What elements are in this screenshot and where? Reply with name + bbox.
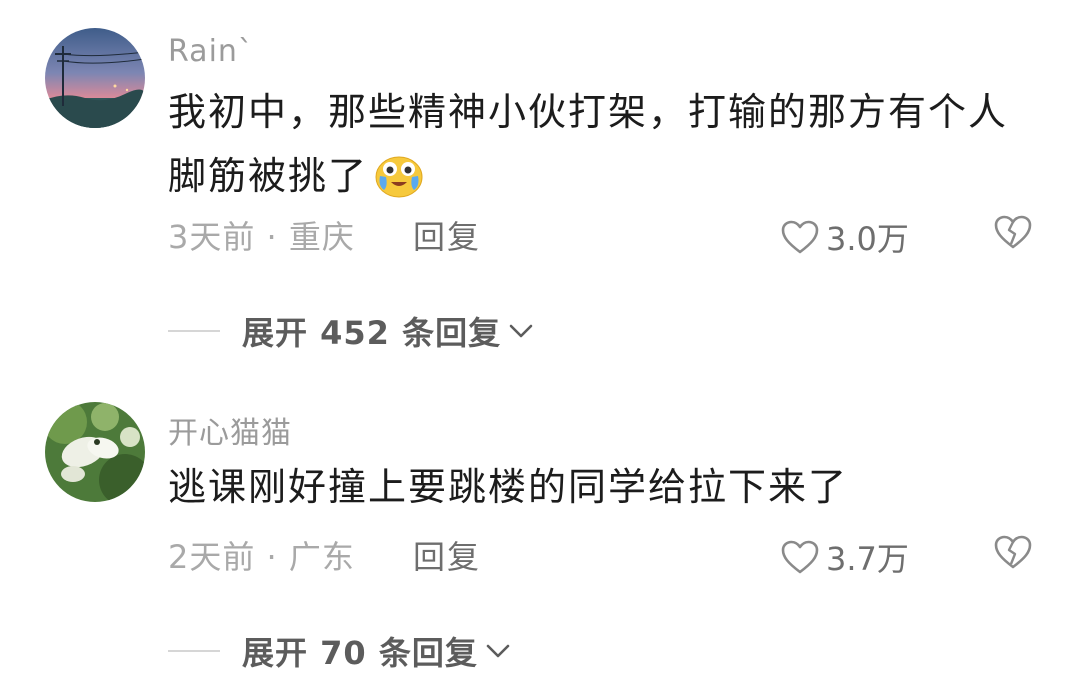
- expand-replies-label: 展开 452 条回复: [242, 314, 502, 352]
- expand-replies-button[interactable]: 展开 70 条回复: [168, 628, 512, 674]
- like-count: 3.7万: [826, 540, 909, 578]
- comment-text: 逃课刚好撞上要跳楼的同学给拉下来了: [168, 465, 849, 509]
- time-location: 2天前 · 广东: [168, 538, 355, 576]
- chevron-down-icon: [509, 324, 533, 338]
- comment-item: Rain` 我初中，那些精神小伙打架，打输的那方有个人脚筋被挑了 3天前 · 重…: [0, 0, 1080, 380]
- expand-replies-label: 展开 70 条回复: [242, 634, 478, 672]
- avatar[interactable]: [45, 402, 145, 502]
- crying-laughing-emoji-icon: [374, 152, 424, 198]
- chevron-down-icon: [486, 644, 510, 658]
- avatar[interactable]: [45, 28, 145, 128]
- reply-button[interactable]: 回复: [413, 212, 481, 258]
- dislike-button[interactable]: [993, 534, 1033, 574]
- divider: [168, 650, 220, 652]
- comment-item: 开心猫猫 逃课刚好撞上要跳楼的同学给拉下来了 2天前 · 广东 回复 3.7万 …: [0, 380, 1080, 692]
- like-count: 3.0万: [826, 220, 909, 258]
- reply-button[interactable]: 回复: [413, 532, 481, 578]
- username[interactable]: Rain`: [168, 34, 254, 69]
- comment-text: 我初中，那些精神小伙打架，打输的那方有个人脚筋被挑了: [168, 80, 1028, 208]
- like-button[interactable]: 3.7万: [780, 534, 909, 580]
- username[interactable]: 开心猫猫: [168, 408, 292, 452]
- heart-outline-icon: [781, 540, 819, 574]
- heart-outline-icon: [781, 220, 819, 254]
- like-button[interactable]: 3.0万: [780, 214, 909, 260]
- divider: [168, 330, 220, 332]
- broken-heart-icon: [994, 535, 1032, 569]
- time-location: 3天前 · 重庆: [168, 218, 355, 256]
- dislike-button[interactable]: [993, 214, 1033, 254]
- comment-text-body: 我初中，那些精神小伙打架，打输的那方有个人脚筋被挑了: [168, 90, 1009, 198]
- broken-heart-icon: [994, 215, 1032, 249]
- expand-replies-button[interactable]: 展开 452 条回复: [168, 308, 535, 354]
